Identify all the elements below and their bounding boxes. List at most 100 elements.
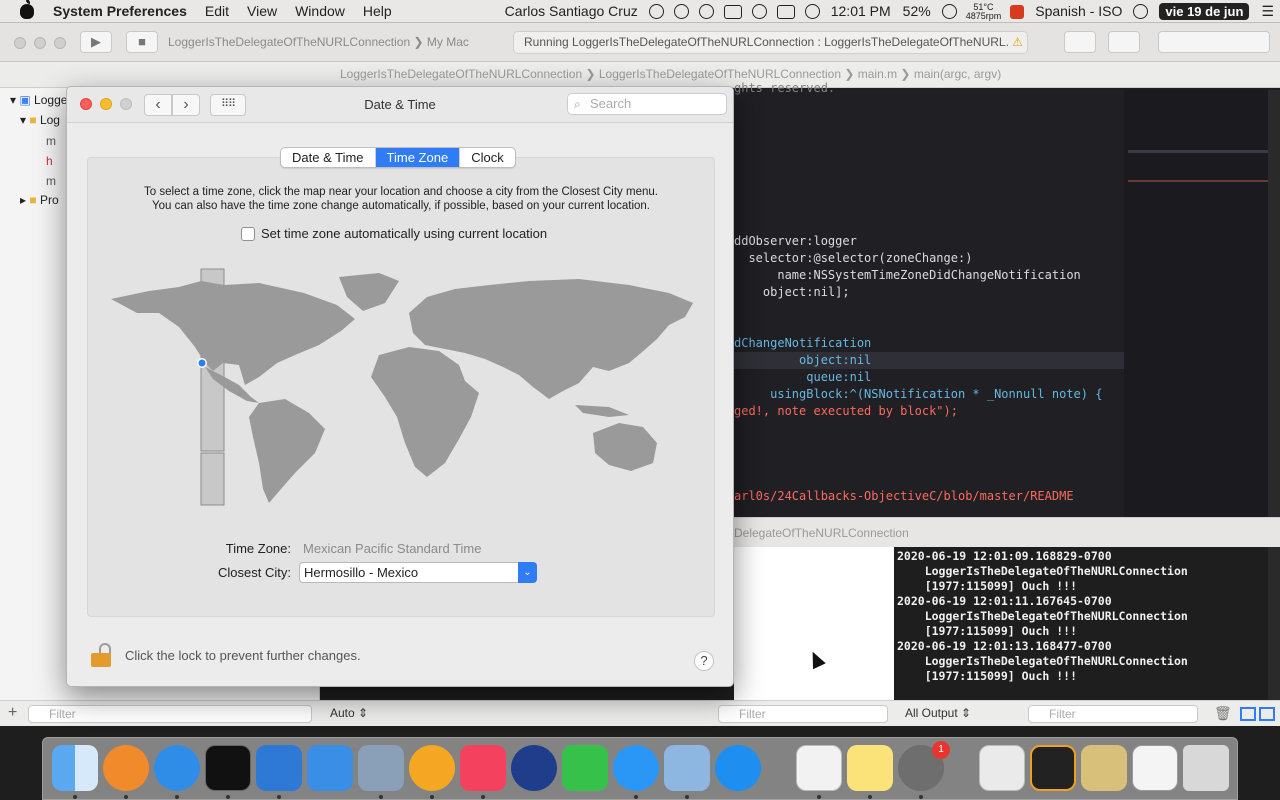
nav-row-group[interactable]: ▾ ■ Log xyxy=(20,113,60,127)
menu-window[interactable]: Window xyxy=(286,0,354,23)
pdf-icon[interactable] xyxy=(776,4,795,19)
tab-date-time[interactable]: Date & Time xyxy=(281,148,376,167)
auto-selector[interactable]: Auto ⇕ xyxy=(330,706,368,720)
code-line: name:NSSystemTimeZoneDidChangeNotificati… xyxy=(734,268,1081,282)
minimap-highlight xyxy=(1128,150,1268,153)
device-icon[interactable] xyxy=(1030,745,1076,791)
variables-view[interactable] xyxy=(734,547,894,700)
closest-city-select[interactable]: Hermosillo - Mexico ⌄ xyxy=(299,562,537,583)
console-output[interactable]: 2020-06-19 12:01:09.168829-0700 LoggerIs… xyxy=(895,547,1268,700)
nav-row-products[interactable]: ▸ ■ Pro xyxy=(20,193,59,207)
help-button[interactable]: ? xyxy=(694,651,714,671)
nav-file-h[interactable]: h xyxy=(46,154,53,168)
archive-icon[interactable] xyxy=(1081,745,1127,791)
trash-icon[interactable] xyxy=(1183,745,1229,791)
stickies-icon[interactable] xyxy=(847,745,893,791)
audio-icon[interactable] xyxy=(511,745,557,791)
warning-count: 2 xyxy=(1026,35,1027,49)
document-icon[interactable] xyxy=(979,745,1025,791)
user-name[interactable]: Carlos Santiago Cruz xyxy=(499,0,644,23)
apple-menu-icon[interactable] xyxy=(20,0,34,19)
books-icon[interactable] xyxy=(103,745,149,791)
nav-row-project[interactable]: ▾ ▣ Logge xyxy=(10,93,67,107)
location-pin-icon[interactable] xyxy=(198,359,206,367)
panel-toggle-buttons[interactable] xyxy=(1158,31,1270,53)
jump-bar-path[interactable]: LoggerIsTheDelegateOfTheNURLConnection ❯… xyxy=(340,67,1001,81)
temp-monitor[interactable]: 51°C 4875rpm xyxy=(962,2,1006,21)
split-view-icon[interactable] xyxy=(1240,707,1256,721)
activity-viewer[interactable]: Running LoggerIsTheDelegateOfTheNURLConn… xyxy=(513,31,1028,54)
xcode-icon[interactable] xyxy=(256,745,302,791)
code-editor[interactable]: ghts reserved. ddObserver:logger selecto… xyxy=(734,81,1124,517)
fan-value: 4875rpm xyxy=(965,10,1002,21)
screen-icon[interactable] xyxy=(1132,745,1178,791)
time-machine-icon[interactable] xyxy=(804,4,820,19)
console-filter-input[interactable]: Filter xyxy=(1028,705,1198,723)
xcode-close-button[interactable] xyxy=(14,37,26,49)
world-map[interactable] xyxy=(109,267,697,517)
jump-function[interactable]: main(argc, argv) xyxy=(914,67,1001,81)
jump-project[interactable]: LoggerIsTheDelegateOfTheNURLConnection xyxy=(340,67,582,81)
messages-icon[interactable] xyxy=(613,745,659,791)
auto-time-zone-checkbox[interactable] xyxy=(241,226,255,241)
menu-help[interactable]: Help xyxy=(354,0,401,23)
sketch-icon[interactable] xyxy=(664,745,710,791)
input-source[interactable]: Spanish - ISO xyxy=(1029,0,1128,23)
notification-center-icon[interactable]: ☰ xyxy=(1255,0,1280,23)
jump-bar: LoggerIsTheDelegateOfTheNURLConnection ❯… xyxy=(0,62,1280,88)
terminal-icon[interactable] xyxy=(205,745,251,791)
console-line: LoggerIsTheDelegateOfTheNURLConnection xyxy=(897,609,1188,623)
fan-icon[interactable] xyxy=(941,4,957,19)
output-selector[interactable]: All Output ⇕ xyxy=(905,706,971,720)
variables-filter-input[interactable]: Filter xyxy=(718,705,888,723)
search-field[interactable]: ⌕ Search xyxy=(567,93,727,115)
clock[interactable]: 12:01 PM xyxy=(825,0,897,23)
simulator-icon[interactable] xyxy=(307,745,353,791)
navigator-filter-input[interactable]: Filter xyxy=(28,705,312,723)
menu-edit[interactable]: Edit xyxy=(196,0,238,23)
xcode-zoom-button[interactable] xyxy=(54,37,66,49)
spotlight-icon[interactable] xyxy=(698,4,714,19)
search-icon: ⌕ xyxy=(574,97,581,111)
notification-badge: 1 xyxy=(932,741,950,759)
facetime-icon[interactable] xyxy=(562,745,608,791)
siri-icon[interactable] xyxy=(751,4,767,19)
nav-file-m[interactable]: m xyxy=(46,134,56,148)
closest-city-value: Hermosillo - Mexico xyxy=(304,565,419,580)
code-review-button[interactable] xyxy=(1108,31,1140,53)
wifi-icon[interactable] xyxy=(673,4,689,19)
notes-icon[interactable] xyxy=(796,745,842,791)
run-button[interactable]: ▶ xyxy=(80,31,112,53)
battery-icon[interactable] xyxy=(723,4,742,19)
app-store-icon[interactable] xyxy=(715,745,761,791)
jump-folder[interactable]: LoggerIsTheDelegateOfTheNURLConnection xyxy=(599,67,841,81)
date-pill[interactable]: vie 19 de jun xyxy=(1159,3,1250,20)
add-icon[interactable]: + xyxy=(8,704,17,722)
pages-icon[interactable] xyxy=(409,745,455,791)
split-view-icon[interactable] xyxy=(1259,707,1275,721)
safari-icon[interactable] xyxy=(154,745,200,791)
lock-icon[interactable] xyxy=(91,643,111,667)
library-button[interactable] xyxy=(1064,31,1096,53)
tab-time-zone[interactable]: Time Zone xyxy=(375,148,461,167)
jump-file[interactable]: main.m xyxy=(858,67,897,81)
auto-time-zone-row[interactable]: Set time zone automatically using curren… xyxy=(241,226,547,241)
scheme-selector[interactable]: LoggerIsTheDelegateOfTheNURLConnection ❯… xyxy=(168,32,508,53)
finder-icon[interactable] xyxy=(52,745,98,791)
editor-scrollbar[interactable] xyxy=(1268,90,1280,710)
menu-app-name[interactable]: System Preferences xyxy=(44,0,196,23)
stop-button[interactable]: ■ xyxy=(126,31,158,53)
console-line: 2020-06-19 12:01:11.167645-0700 xyxy=(897,594,1112,608)
tab-clock[interactable]: Clock xyxy=(460,148,515,167)
xcode-minimize-button[interactable] xyxy=(34,37,46,49)
nav-file-m2[interactable]: m xyxy=(46,174,56,188)
minimap[interactable] xyxy=(1124,90,1268,517)
project-icon: ▣ xyxy=(19,93,31,107)
menu-view[interactable]: View xyxy=(238,0,286,23)
screen-time-icon[interactable] xyxy=(1133,4,1149,19)
folder-icon: ■ xyxy=(29,193,37,207)
music-icon[interactable] xyxy=(460,745,506,791)
bluetooth-icon[interactable] xyxy=(648,4,664,19)
preview-icon[interactable] xyxy=(358,745,404,791)
trash-icon[interactable]: 🗑 xyxy=(1214,705,1232,722)
